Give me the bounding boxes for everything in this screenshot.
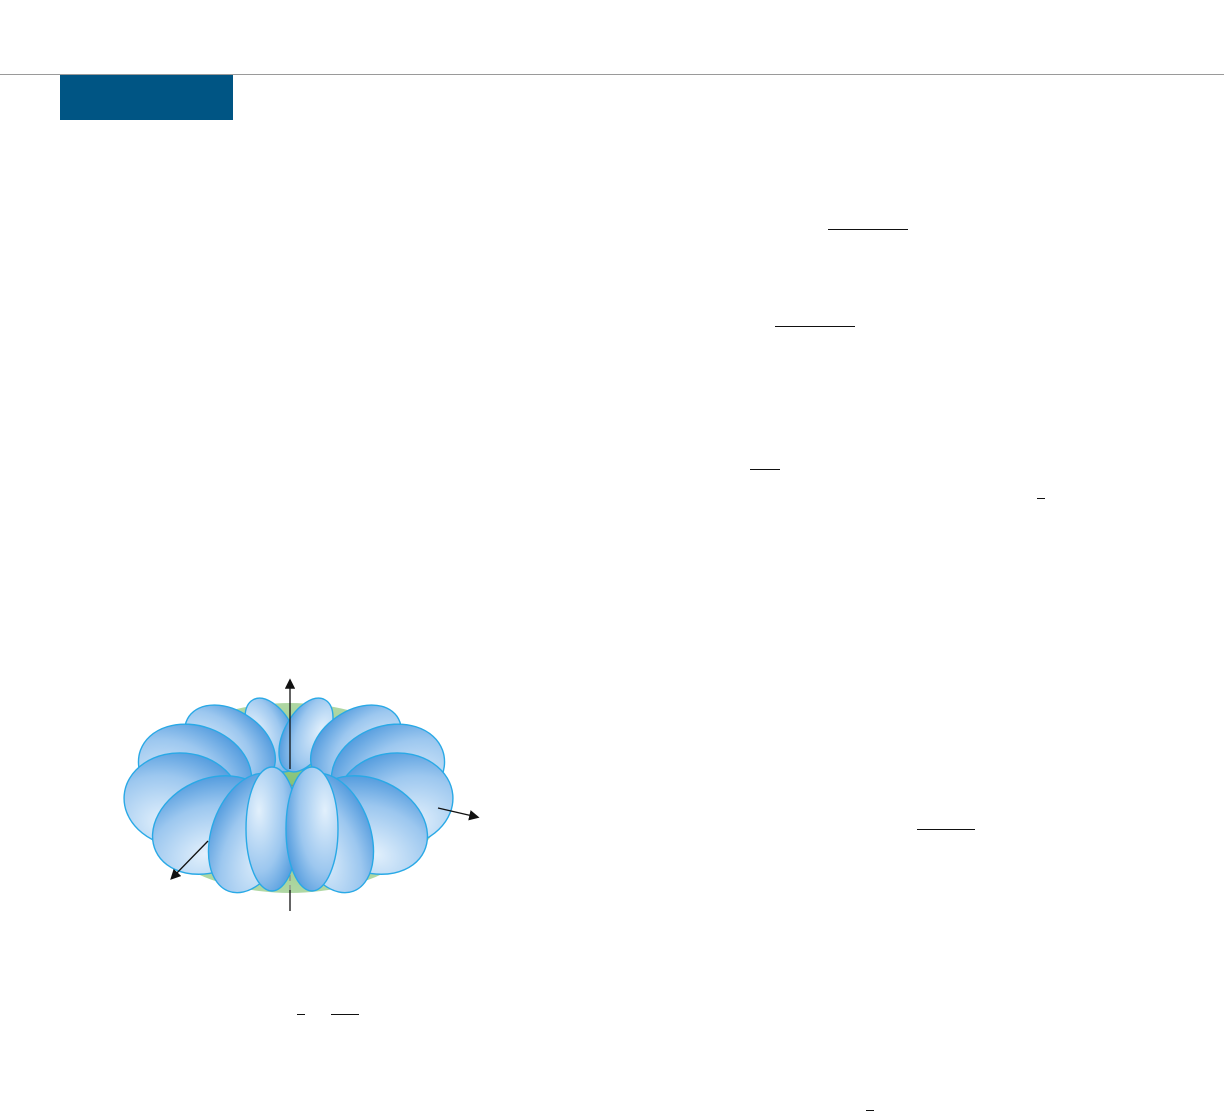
torus-figure-svg — [123, 678, 480, 911]
fraction-bar — [750, 469, 780, 470]
fraction-bar — [297, 1014, 305, 1015]
fraction-bar — [775, 326, 855, 327]
section-tab — [60, 75, 233, 120]
fraction-bar — [331, 1014, 359, 1015]
fraction-bar — [828, 229, 908, 230]
torus-figure — [120, 665, 500, 925]
fraction-bar — [866, 1110, 874, 1111]
fraction-bar — [917, 829, 975, 830]
fraction-bar — [1037, 498, 1045, 499]
